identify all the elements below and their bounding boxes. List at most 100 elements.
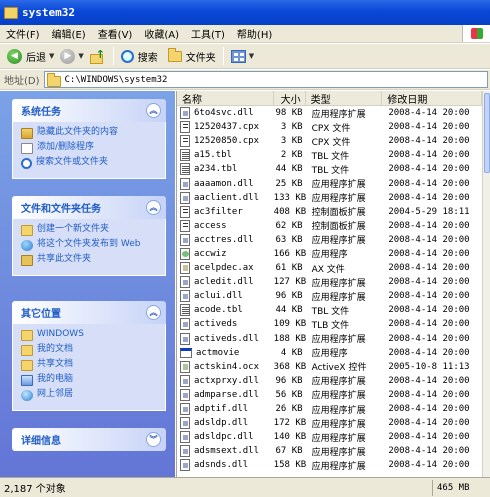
system-tasks-header[interactable]: 系统任务 ︽ [12,99,166,122]
collapse-chevron-icon[interactable]: ︽ [146,200,161,215]
file-row[interactable]: actxprxy.dll 96 KB 应用程序扩展 2008-4-14 20:00 [177,374,482,388]
file-row[interactable]: actskin4.ocx 368 KB ActiveX 控件 2005-10-8 11… [177,360,482,374]
file-name[interactable]: ac3filter [177,205,274,218]
collapse-chevron-icon[interactable]: ︽ [146,103,161,118]
place-label[interactable]: 网上邻居 [37,389,73,400]
dropdown-arrow-icon[interactable]: ▼ [249,52,254,60]
file-row[interactable]: actmovie 4 KB 应用程序 2008-4-14 20:00 [177,346,482,360]
file-name[interactable]: a15.tbl [177,149,274,162]
task-label[interactable]: 隐藏此文件夹的内容 [37,127,118,138]
menu-edit[interactable]: 编辑(E) [46,26,92,41]
place-label[interactable]: 共享文档 [37,359,73,370]
task-label[interactable]: 共享此文件夹 [37,254,91,265]
file-row[interactable]: acode.tbl 44 KB TBL 文件 2008-4-14 20:00 [177,303,482,317]
place-label[interactable]: 我的电脑 [37,374,73,385]
menu-favorites[interactable]: 收藏(A) [138,26,185,41]
file-row[interactable]: aaclient.dll 133 KB 应用程序扩展 2008-4-14 20:00 [177,191,482,205]
file-row[interactable]: adsmsext.dll 67 KB 应用程序扩展 2008-4-14 20:00 [177,444,482,458]
file-name[interactable]: acledit.dll [177,276,274,289]
file-row[interactable]: acelpdec.ax 61 KB AX 文件 2008-4-14 20:00 [177,261,482,275]
file-row[interactable]: access 62 KB 控制面板扩展 2008-4-14 20:00 [177,219,482,233]
file-tasks-header[interactable]: 文件和文件夹任务 ︽ [12,196,166,219]
task-label[interactable]: 将这个文件夹发布到 Web [37,239,140,250]
file-name[interactable]: admparse.dll [177,388,274,401]
file-row[interactable]: activeds.dll 188 KB 应用程序扩展 2008-4-14 20:00 [177,332,482,346]
file-row[interactable]: acledit.dll 127 KB 应用程序扩展 2008-4-14 20:00 [177,275,482,289]
file-name[interactable]: 6to4svc.dll [177,107,274,120]
file-name[interactable]: a234.tbl [177,163,274,176]
menu-help[interactable]: 帮助(H) [231,26,278,41]
file-name[interactable]: adsmsext.dll [177,445,274,458]
file-name[interactable]: actskin4.ocx [177,360,274,373]
file-row[interactable]: aclui.dll 96 KB 应用程序扩展 2008-4-14 20:00 [177,289,482,303]
expand-chevron-icon[interactable]: ︾ [146,432,161,447]
file-row[interactable]: acctres.dll 63 KB 应用程序扩展 2008-4-14 20:00 [177,233,482,247]
file-row[interactable]: adptif.dll 26 KB 应用程序扩展 2008-4-14 20:00 [177,402,482,416]
file-row[interactable]: a15.tbl 2 KB TBL 文件 2008-4-14 20:00 [177,148,482,162]
back-button[interactable]: ◀ 后退 ▼ [4,45,57,67]
file-row[interactable]: adsnds.dll 158 KB 应用程序扩展 2008-4-14 20:00 [177,458,482,472]
place-network[interactable]: 网上邻居 [21,389,157,401]
file-name[interactable]: adsldpc.dll [177,431,274,444]
task-share-folder[interactable]: 共享此文件夹 [21,254,157,266]
file-row[interactable]: adsldpc.dll 140 KB 应用程序扩展 2008-4-14 20:00 [177,430,482,444]
file-name[interactable]: activeds [177,318,274,331]
file-row[interactable]: 6to4svc.dll 98 KB 应用程序扩展 2008-4-14 20:00 [177,106,482,120]
file-name[interactable]: adsnds.dll [177,459,274,472]
file-name[interactable]: 12520437.cpx [177,121,274,134]
task-label[interactable]: 搜索文件或文件夹 [36,157,108,168]
file-name[interactable]: acctres.dll [177,233,274,246]
menu-file[interactable]: 文件(F) [0,26,46,41]
file-name[interactable]: access [177,219,274,232]
forward-button[interactable]: ▶ ▼ [57,45,86,67]
file-row[interactable]: activeds 109 KB TLB 文件 2008-4-14 20:00 [177,317,482,331]
file-name[interactable]: aaclient.dll [177,191,274,204]
task-label[interactable]: 添加/删除程序 [37,142,94,153]
address-input[interactable]: C:\WINDOWS\system32 [43,71,488,88]
collapse-chevron-icon[interactable]: ︽ [146,305,161,320]
dropdown-arrow-icon[interactable]: ▼ [78,52,83,60]
file-name[interactable]: acelpdec.ax [177,262,274,275]
place-my-computer[interactable]: 我的电脑 [21,374,157,386]
file-row[interactable]: aaaamon.dll 25 KB 应用程序扩展 2008-4-14 20:00 [177,176,482,190]
vertical-scrollbar[interactable] [482,91,490,477]
place-my-documents[interactable]: 我的文档 [21,344,157,356]
file-name[interactable]: adptif.dll [177,403,274,416]
column-header-name[interactable]: 名称 [177,91,274,106]
views-button[interactable]: ▼ [228,45,257,67]
file-row[interactable]: accwiz 166 KB 应用程序 2008-4-14 20:00 [177,247,482,261]
file-name[interactable]: accwiz [177,247,274,260]
menu-tools[interactable]: 工具(T) [185,26,231,41]
task-label[interactable]: 创建一个新文件夹 [37,224,109,235]
file-row[interactable]: adsldp.dll 172 KB 应用程序扩展 2008-4-14 20:00 [177,416,482,430]
task-publish-web[interactable]: 将这个文件夹发布到 Web [21,239,157,251]
search-button[interactable]: 搜索 [118,45,161,67]
other-places-header[interactable]: 其它位置 ︽ [12,301,166,324]
file-name[interactable]: 12520850.cpx [177,135,274,148]
task-search-files[interactable]: 搜索文件或文件夹 [21,157,157,169]
file-row[interactable]: admparse.dll 56 KB 应用程序扩展 2008-4-14 20:00 [177,388,482,402]
file-row[interactable]: a234.tbl 44 KB TBL 文件 2008-4-14 20:00 [177,162,482,176]
column-header-date[interactable]: 修改日期 [382,91,482,106]
place-label[interactable]: 我的文档 [37,344,73,355]
task-new-folder[interactable]: 创建一个新文件夹 [21,224,157,236]
file-name[interactable]: actxprxy.dll [177,374,274,387]
file-row[interactable]: ac3filter 408 KB 控制面板扩展 2004-5-29 18:11 [177,205,482,219]
column-header-size[interactable]: 大小 [274,91,306,106]
file-name[interactable]: actmovie [177,347,274,358]
details-header[interactable]: 详细信息 ︾ [12,428,166,451]
scrollbar-thumb[interactable] [484,93,490,173]
place-windows[interactable]: WINDOWS [21,329,157,341]
menu-view[interactable]: 查看(V) [92,26,139,41]
folders-button[interactable]: 文件夹 [165,45,219,67]
file-name[interactable]: activeds.dll [177,332,274,345]
task-hide-contents[interactable]: 隐藏此文件夹的内容 [21,127,157,139]
file-name[interactable]: aaaamon.dll [177,177,274,190]
task-add-remove-programs[interactable]: 添加/删除程序 [21,142,157,154]
place-label[interactable]: WINDOWS [37,329,84,340]
file-name[interactable]: aclui.dll [177,290,274,303]
file-name[interactable]: adsldp.dll [177,417,274,430]
dropdown-arrow-icon[interactable]: ▼ [49,52,54,60]
file-name[interactable]: acode.tbl [177,304,274,317]
file-row[interactable]: 12520437.cpx 3 KB CPX 文件 2008-4-14 20:00 [177,120,482,134]
